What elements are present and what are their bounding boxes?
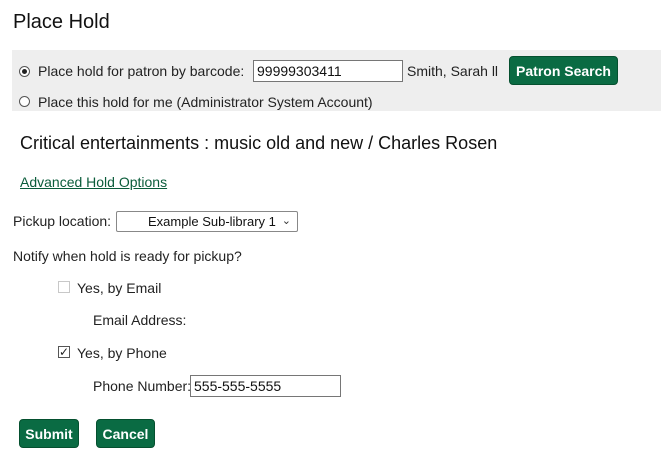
email-address-label: Email Address: [93, 312, 187, 328]
notify-question: Notify when hold is ready for pickup? [13, 248, 242, 264]
pickup-location-label: Pickup location: [13, 213, 112, 229]
cancel-button[interactable]: Cancel [96, 419, 155, 448]
barcode-radio[interactable] [19, 66, 30, 77]
phone-notify-checkbox[interactable]: ✓ [58, 345, 70, 359]
patron-name: Smith, Sarah ll [407, 63, 499, 79]
submit-button[interactable]: Submit [19, 419, 79, 448]
self-hold-radio[interactable] [19, 96, 30, 107]
email-notify-checkbox[interactable] [58, 281, 70, 293]
self-option-label: Place this hold for me (Administrator Sy… [38, 94, 373, 110]
barcode-option-label: Place hold for patron by barcode: [38, 63, 245, 79]
email-notify-label: Yes, by Email [77, 280, 162, 296]
pickup-location-value: Example Sub-library 1 [148, 214, 276, 229]
patron-selection-panel: Place hold for patron by barcode: Smith,… [12, 50, 661, 111]
phone-notify-label: Yes, by Phone [77, 345, 167, 361]
patron-search-button[interactable]: Patron Search [509, 56, 618, 85]
chevron-down-icon: ⌄ [281, 215, 291, 227]
advanced-hold-options-link[interactable]: Advanced Hold Options [20, 174, 167, 190]
place-hold-page: Place Hold Place hold for patron by barc… [0, 0, 661, 460]
item-title: Critical entertainments : music old and … [20, 133, 498, 153]
phone-number-input[interactable] [190, 375, 341, 397]
phone-number-label: Phone Number: [93, 378, 192, 394]
checkmark-icon: ✓ [59, 345, 70, 359]
patron-barcode-input[interactable] [253, 60, 403, 82]
pickup-location-select[interactable]: Example Sub-library 1 ⌄ [116, 211, 298, 232]
page-title: Place Hold [13, 11, 110, 33]
